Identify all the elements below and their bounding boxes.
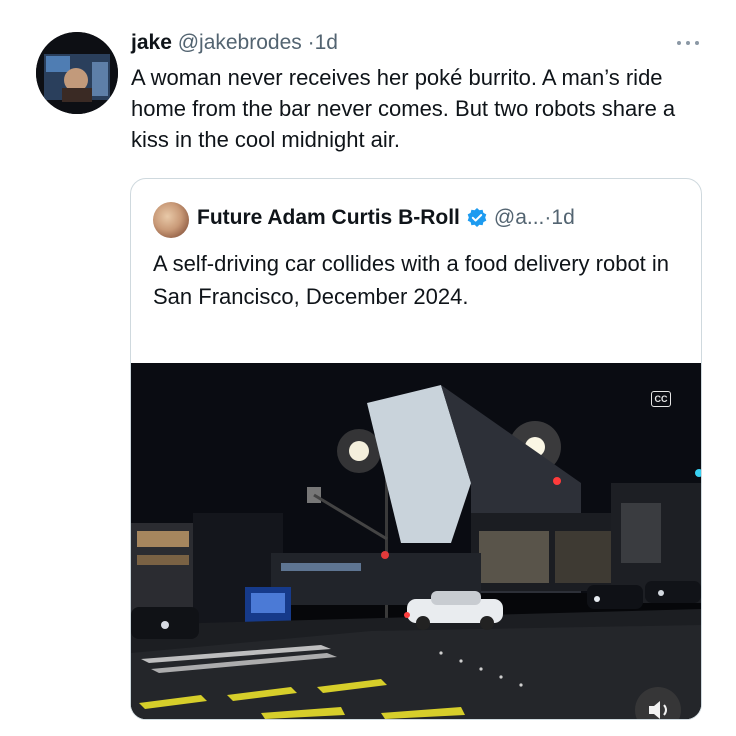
video-frame bbox=[131, 363, 701, 719]
quoted-header-separator: · bbox=[544, 206, 552, 229]
quoted-tweet[interactable]: Future Adam Curtis B-Roll @a... · 1d A se… bbox=[130, 178, 702, 720]
quoted-author-avatar[interactable] bbox=[153, 202, 189, 238]
video-player[interactable]: CC bbox=[131, 363, 701, 719]
author-name[interactable]: jake bbox=[131, 31, 172, 54]
captions-icon[interactable]: CC bbox=[651, 391, 671, 407]
volume-icon[interactable] bbox=[635, 687, 681, 719]
quoted-author-handle[interactable]: @a... bbox=[494, 203, 545, 233]
tweet-header: jake @jakebrodes ·1d bbox=[131, 30, 338, 56]
quoted-tweet-text: A self-driving car collides with a food … bbox=[153, 251, 670, 309]
verified-badge-icon bbox=[466, 207, 488, 229]
quoted-author-name[interactable]: Future Adam Curtis B-Roll bbox=[197, 203, 460, 233]
more-horizontal-icon[interactable] bbox=[674, 36, 702, 50]
quoted-tweet-header: Future Adam Curtis B-Roll @a... · 1d bbox=[197, 203, 575, 233]
quoted-tweet-time[interactable]: 1d bbox=[551, 203, 574, 233]
author-avatar[interactable] bbox=[36, 32, 118, 114]
tweet-text: A woman never receives her poké burrito.… bbox=[131, 65, 676, 152]
tweet-time[interactable]: 1d bbox=[315, 31, 338, 54]
author-handle[interactable]: @jakebrodes bbox=[178, 31, 302, 54]
header-separator: · bbox=[307, 31, 315, 54]
